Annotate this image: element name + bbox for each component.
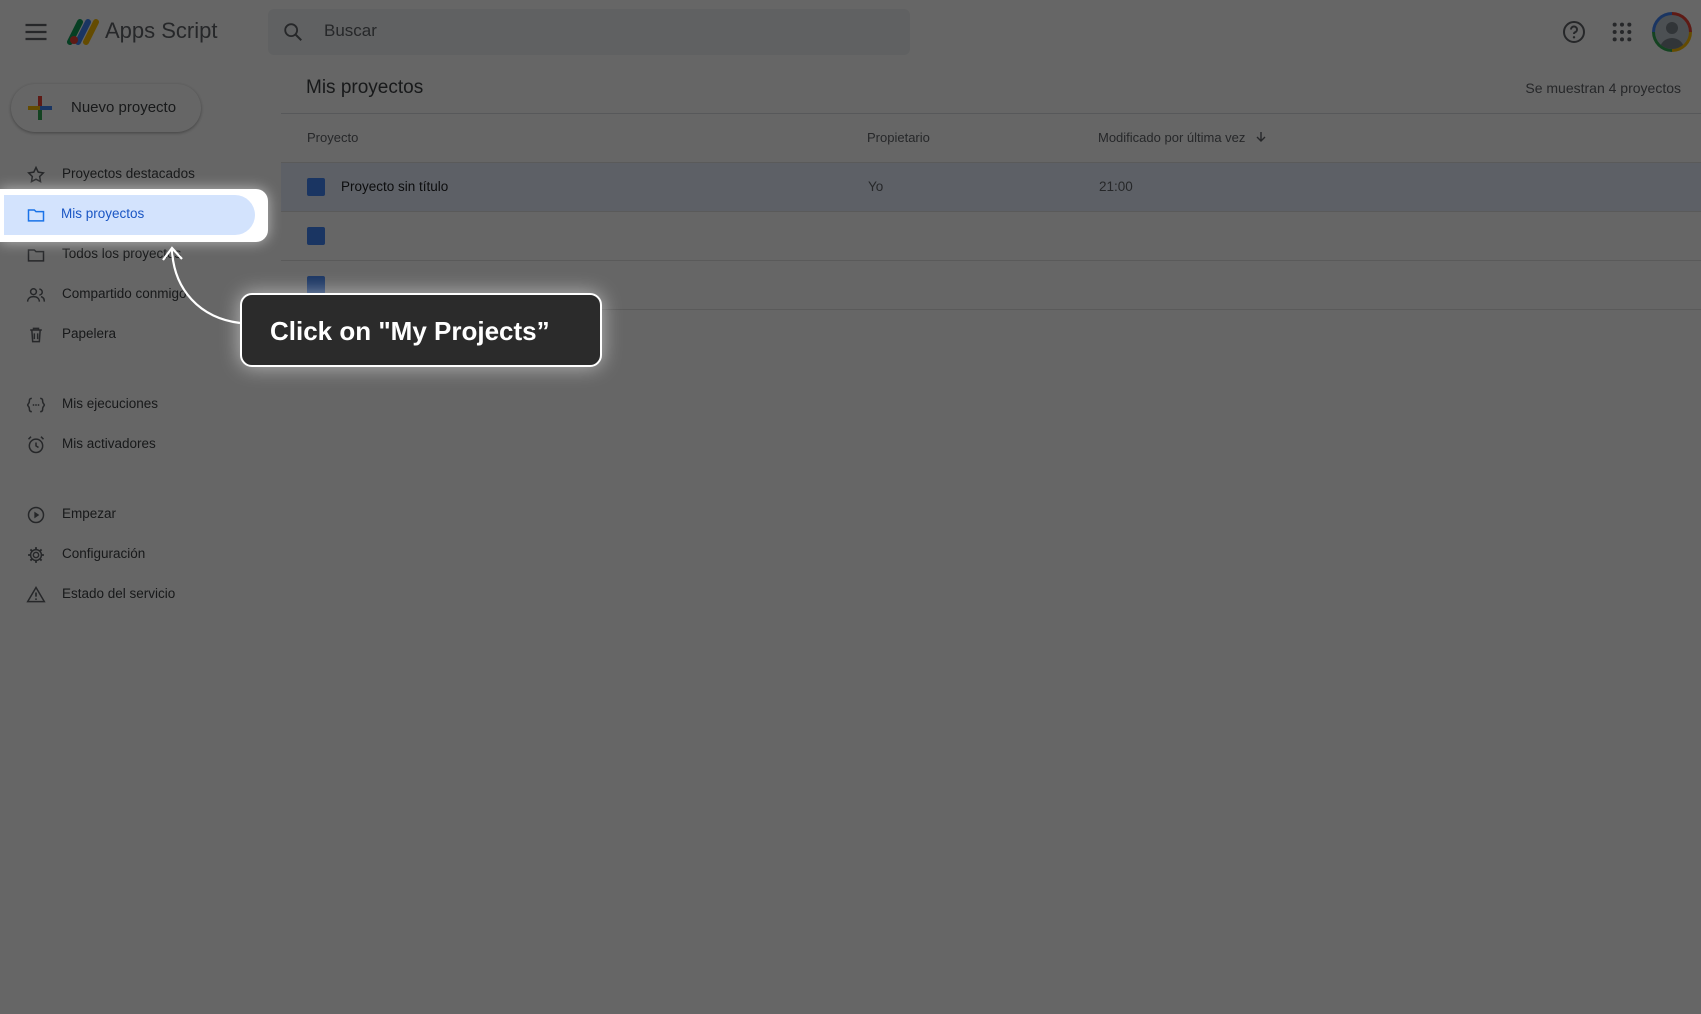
sidebar-item-label: Mis ejecuciones	[62, 396, 159, 411]
new-project-label: Nuevo proyecto	[71, 99, 177, 116]
sidebar-item-label: Mis proyectos	[61, 206, 145, 221]
arrow-down-icon	[1256, 132, 1266, 142]
search-bar[interactable]: Buscar	[268, 9, 910, 55]
sidebar-item-label: Empezar	[62, 506, 117, 521]
project-name[interactable]: Proyecto sin título	[341, 179, 448, 194]
sidebar-item-settings[interactable]: Configuración	[0, 537, 256, 573]
column-header-owner[interactable]: Propietario	[867, 130, 930, 145]
column-header-modified-label: Modificado por última vez	[1098, 130, 1246, 145]
page-title: Mis proyectos	[306, 77, 424, 98]
header-divider	[281, 113, 1701, 114]
callout-text: Click on "My Projects”	[270, 316, 550, 346]
sidebar-item-my-projects-highlighted[interactable]: Mis proyectos	[4, 195, 255, 235]
search-input[interactable]: Buscar	[324, 21, 377, 41]
sidebar-item-starred[interactable]: Proyectos destacados	[0, 157, 256, 193]
app-title[interactable]: Apps Script	[105, 18, 218, 44]
top-bar: Apps Script Buscar	[0, 0, 1701, 64]
apps-script-project-icon	[307, 276, 325, 294]
tour-callout: Click on "My Projects”	[240, 293, 602, 367]
search-icon[interactable]	[282, 21, 304, 43]
sidebar-item-service-status[interactable]: Estado del servicio	[0, 577, 256, 613]
sidebar-item-get-started[interactable]: Empezar	[0, 497, 256, 533]
column-header-modified[interactable]: Modificado por última vez	[1098, 130, 1267, 145]
play-circle-icon	[27, 506, 45, 524]
alarm-icon	[27, 436, 45, 454]
sidebar-item-executions[interactable]: Mis ejecuciones	[0, 387, 256, 423]
help-icon[interactable]	[1562, 20, 1586, 44]
gear-icon	[28, 547, 44, 563]
apps-script-project-icon	[307, 178, 325, 196]
table-row[interactable]: Proyecto sin título Yo 21:00	[281, 162, 1701, 212]
tour-highlight: Mis proyectos	[0, 189, 268, 242]
star-icon	[27, 165, 45, 183]
new-project-button[interactable]: Nuevo proyecto	[11, 84, 201, 132]
person-icon	[1660, 22, 1684, 49]
folder-icon	[27, 249, 45, 262]
warning-icon	[26, 586, 46, 603]
apps-script-home: Apps Script Buscar Nuevo proyecto Proyec…	[0, 0, 1701, 1014]
menu-icon[interactable]	[22, 18, 50, 46]
sidebar-item-label: Papelera	[62, 326, 117, 341]
sidebar-item-triggers[interactable]: Mis activadores	[0, 427, 256, 463]
folder-icon	[27, 209, 45, 222]
apps-script-project-icon	[307, 227, 325, 245]
project-modified: 21:00	[1099, 179, 1133, 194]
table-row[interactable]	[281, 211, 1701, 261]
people-icon	[26, 288, 46, 302]
plus-icon	[28, 96, 52, 120]
sidebar-item-label: Configuración	[62, 546, 146, 561]
executions-icon	[26, 397, 46, 413]
apps-script-logo-icon	[67, 19, 99, 45]
project-count: Se muestran 4 proyectos	[1525, 80, 1681, 96]
avatar[interactable]	[1652, 12, 1692, 52]
sidebar-item-label: Mis activadores	[62, 436, 156, 451]
google-apps-icon[interactable]	[1611, 21, 1633, 43]
sidebar-item-label: Estado del servicio	[62, 586, 176, 601]
project-owner: Yo	[868, 179, 884, 194]
sidebar-item-label: Proyectos destacados	[62, 166, 195, 181]
trash-icon	[30, 327, 42, 343]
column-header-project: Proyecto	[307, 130, 359, 145]
